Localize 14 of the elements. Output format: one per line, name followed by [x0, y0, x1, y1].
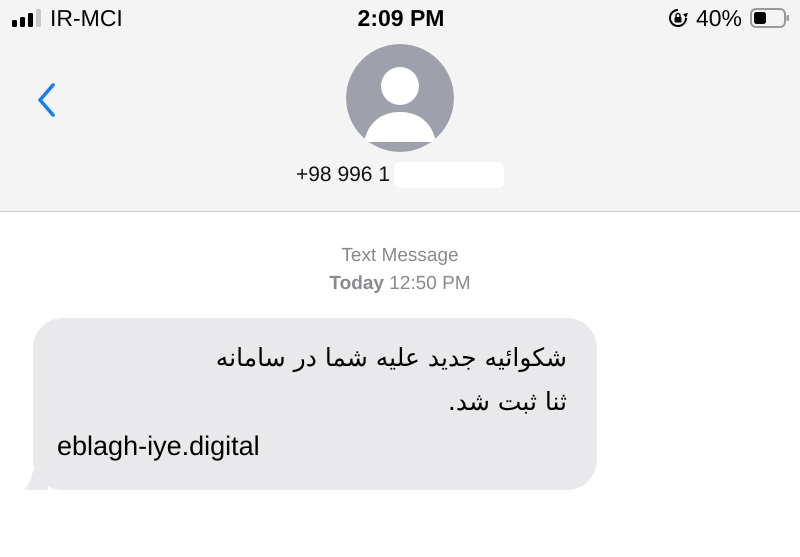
battery-percent: 40%: [696, 4, 742, 32]
message-service-label: Text Message: [341, 244, 459, 268]
contact-number: +98 996 1: [296, 163, 390, 187]
message-text: ثنا ثبت شد.: [446, 386, 567, 418]
message-link[interactable]: eblagh-iye.digital: [57, 424, 567, 468]
rotation-lock-icon: [668, 8, 688, 28]
avatar-icon[interactable]: [346, 44, 454, 152]
battery-icon: [750, 8, 790, 28]
status-time: 2:09 PM: [358, 4, 444, 32]
message-text: شکوائیه جدید علیه شما در سامانه: [214, 342, 567, 374]
back-icon[interactable]: [36, 82, 56, 118]
signal-icon: [12, 9, 42, 27]
carrier-name: IR-MCI: [50, 4, 123, 32]
message-timestamp: Today 12:50 PM: [329, 272, 471, 296]
